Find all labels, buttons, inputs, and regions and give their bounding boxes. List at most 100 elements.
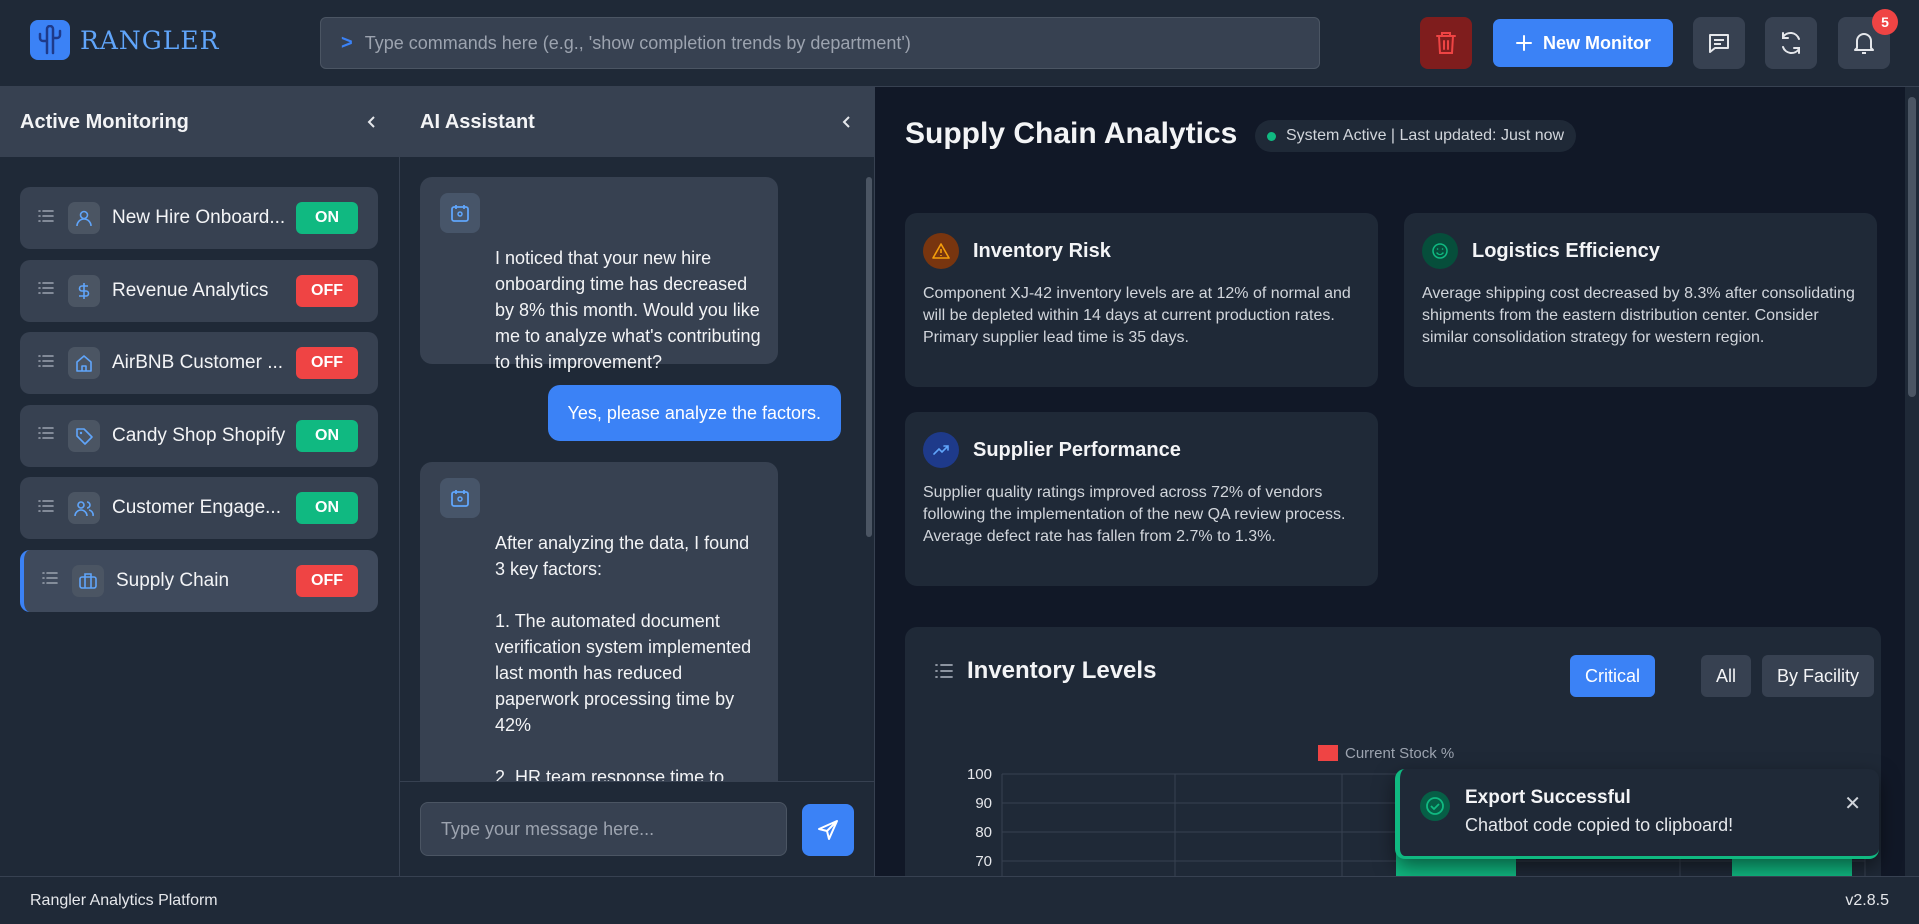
delete-button[interactable] — [1420, 17, 1472, 69]
monitor-label: AirBNB Customer ... — [112, 352, 284, 373]
chat-scrollbar[interactable] — [866, 177, 872, 537]
monitoring-header: Active Monitoring — [0, 87, 399, 157]
card-title: Inventory Risk — [973, 239, 1111, 262]
notification-badge: 5 — [1872, 9, 1898, 35]
assistant-icon — [440, 193, 480, 233]
collapse-chevron-icon[interactable] — [365, 115, 379, 129]
legend-label[interactable]: Current Stock % — [1345, 745, 1454, 762]
version-label: v2.8.5 — [1845, 891, 1889, 909]
page-scrollbar-thumb[interactable] — [1908, 97, 1916, 397]
bell-icon — [1854, 33, 1874, 54]
card-title: Supplier Performance — [973, 438, 1181, 461]
toast-message: Chatbot code copied to clipboard! — [1465, 815, 1734, 835]
warning-icon — [923, 233, 959, 269]
main-content: Supply Chain Analytics System Active | L… — [875, 87, 1919, 876]
y-tick-label: 90 — [975, 795, 992, 812]
monitor-item[interactable]: Supply Chain OFF — [20, 549, 378, 612]
chat-input-placeholder: Type your message here... — [441, 818, 655, 839]
users-icon — [68, 492, 100, 524]
command-input[interactable]: > Type commands here (e.g., 'show comple… — [320, 17, 1320, 69]
monitor-label: Candy Shop Shopify — [112, 424, 286, 446]
user-icon — [68, 202, 100, 234]
assistant-title: AI Assistant — [420, 110, 535, 133]
card-title: Logistics Efficiency — [1472, 239, 1660, 262]
monitor-toggle[interactable]: ON — [296, 492, 358, 524]
monitor-item[interactable]: Revenue Analytics OFF — [20, 259, 378, 322]
assistant-icon — [440, 478, 480, 518]
monitor-toggle[interactable]: ON — [296, 419, 358, 452]
card-text: Supplier quality ratings improved across… — [923, 484, 1346, 545]
smile-icon — [1422, 233, 1458, 269]
collapse-chevron-icon[interactable] — [840, 115, 854, 129]
chat-input-row: Type your message here... — [400, 781, 875, 876]
ai-message: After analyzing the data, I found 3 key … — [420, 462, 778, 782]
close-icon[interactable]: ✕ — [1844, 791, 1861, 816]
prompt-icon: > — [341, 31, 353, 54]
new-monitor-label: New Monitor — [1543, 32, 1651, 53]
monitor-toggle[interactable]: OFF — [296, 564, 358, 597]
card-text: Average shipping cost decreased by 8.3% … — [1422, 285, 1855, 346]
monitor-toggle[interactable]: ON — [296, 202, 358, 234]
status-badge: System Active | Last updated: Just now — [1255, 120, 1577, 152]
trending-up-icon — [923, 432, 959, 468]
monitoring-panel: Active Monitoring New Hire Onboard... ON R… — [0, 87, 400, 876]
y-tick-label: 70 — [975, 853, 992, 870]
monitor-toggle[interactable]: OFF — [296, 347, 358, 379]
new-monitor-button[interactable]: New Monitor — [1493, 19, 1673, 67]
assistant-header: AI Assistant — [400, 87, 874, 157]
insight-card-logistics-efficiency: Logistics Efficiency Average shipping co… — [1404, 213, 1877, 387]
insight-card-supplier-performance: Supplier Performance Supplier quality ra… — [905, 412, 1378, 586]
message-icon — [1709, 34, 1729, 53]
footer-brand: Rangler Analytics Platform — [30, 891, 218, 909]
drag-handle-icon[interactable] — [38, 426, 58, 445]
drag-handle-icon[interactable] — [38, 209, 58, 228]
card-text: Component XJ-42 inventory levels are at … — [923, 285, 1351, 346]
monitor-label: Revenue Analytics — [112, 279, 269, 301]
home-icon — [68, 347, 100, 379]
check-circle-icon — [1420, 791, 1450, 821]
command-placeholder: Type commands here (e.g., 'show completi… — [364, 32, 911, 53]
drag-handle-icon[interactable] — [42, 571, 62, 590]
monitor-item[interactable]: New Hire Onboard... ON — [20, 187, 378, 249]
briefcase-icon — [72, 564, 104, 597]
notifications-button[interactable]: 5 — [1838, 9, 1898, 69]
plus-icon — [1516, 35, 1532, 51]
dollar-icon — [68, 274, 100, 307]
page-scrollbar[interactable] — [1905, 87, 1919, 876]
ai-message-text: I noticed that your new hire onboarding … — [495, 248, 761, 372]
legend-swatch[interactable] — [1318, 745, 1338, 761]
insight-card-inventory-risk: Inventory Risk Component XJ-42 inventory… — [905, 213, 1378, 387]
monitor-item[interactable]: Candy Shop Shopify ON — [20, 404, 378, 467]
refresh-icon — [1782, 32, 1800, 54]
chat-button[interactable] — [1693, 17, 1745, 69]
cactus-logo-icon — [30, 20, 70, 60]
drag-handle-icon[interactable] — [38, 499, 58, 518]
monitor-toggle[interactable]: OFF — [296, 274, 358, 307]
monitor-label: Customer Engage... — [112, 497, 281, 518]
drag-handle-icon[interactable] — [38, 281, 58, 300]
ai-message-text: After analyzing the data, I found 3 key … — [495, 533, 752, 782]
drag-handle-icon[interactable] — [38, 354, 58, 373]
top-bar: RANGLER > Type commands here (e.g., 'sho… — [0, 0, 1919, 87]
monitor-label: New Hire Onboard... — [112, 207, 286, 228]
logo-text: RANGLER — [80, 25, 220, 55]
chat-message-input[interactable]: Type your message here... — [420, 802, 787, 856]
toast-notification: Export Successful Chatbot code copied to… — [1395, 769, 1879, 859]
send-icon — [818, 820, 838, 840]
monitor-item[interactable]: Customer Engage... ON — [20, 477, 378, 539]
y-tick-label: 100 — [967, 766, 992, 783]
logo[interactable]: RANGLER — [30, 20, 219, 60]
status-text: System Active | Last updated: Just now — [1286, 127, 1565, 144]
message-list[interactable]: I noticed that your new hire onboarding … — [400, 157, 875, 782]
user-message-text: Yes, please analyze the factors. — [567, 402, 822, 423]
send-button[interactable] — [802, 804, 854, 856]
y-tick-label: 80 — [975, 824, 992, 841]
refresh-button[interactable] — [1765, 17, 1817, 69]
monitor-label: Supply Chain — [116, 569, 230, 591]
footer: Rangler Analytics Platform v2.8.5 — [0, 876, 1919, 924]
status-dot-icon — [1267, 131, 1276, 141]
monitor-item[interactable]: AirBNB Customer ... OFF — [20, 332, 378, 394]
trash-icon — [1436, 32, 1456, 54]
user-message: Yes, please analyze the factors. — [547, 385, 841, 441]
monitoring-title: Active Monitoring — [20, 110, 189, 133]
